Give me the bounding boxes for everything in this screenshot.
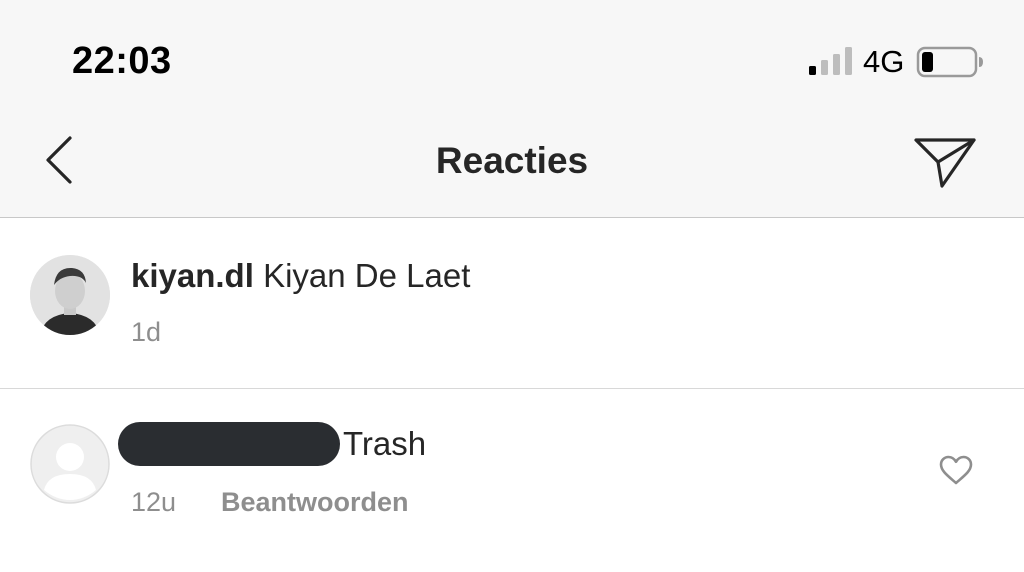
comment-text: Trash (343, 425, 427, 462)
battery-icon (916, 46, 983, 78)
heart-outline-icon[interactable] (938, 454, 974, 486)
post-caption-text: Kiyan De Laet (263, 257, 471, 294)
default-avatar-icon (30, 424, 110, 504)
post-text: kiyan.dl Kiyan De Laet (131, 257, 470, 295)
top-bar: 22:03 4G Reacties (0, 0, 1024, 218)
status-time: 22:03 (72, 40, 172, 82)
page-title: Reacties (435, 140, 589, 181)
redacted-username (118, 422, 340, 466)
avatar[interactable] (30, 255, 110, 335)
post-caption: kiyan.dl Kiyan De Laet 1d (0, 219, 1024, 389)
reply-button[interactable]: Beantwoorden (221, 487, 409, 518)
post-username[interactable]: kiyan.dl (131, 257, 254, 294)
comment-timestamp: 12u (131, 487, 177, 517)
post-timestamp: 1d (131, 317, 162, 347)
network-type: 4G (863, 44, 905, 79)
comment-item: Trash 12u Beantwoorden (0, 390, 1024, 572)
profile-photo-icon (30, 255, 110, 335)
signal-bars-icon (809, 47, 852, 75)
paper-plane-icon[interactable] (912, 134, 978, 190)
avatar[interactable] (30, 424, 110, 504)
